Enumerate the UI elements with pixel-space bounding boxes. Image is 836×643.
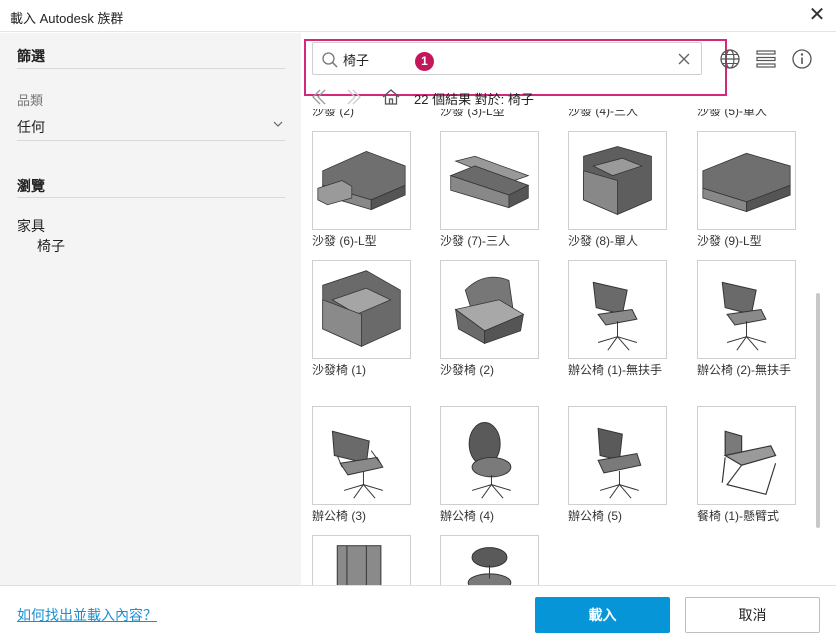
dialog-footer: 如何找出並載入內容？ 載入 取消 [0, 585, 836, 643]
browse-heading: 瀏覽 [17, 178, 45, 194]
forward-icon[interactable] [345, 87, 365, 107]
result-thumbnail[interactable] [440, 535, 539, 585]
office-chair-mesh-icon [597, 427, 642, 499]
home-icon[interactable] [381, 87, 401, 107]
result-label: 沙發 (6)-L型 [312, 234, 377, 248]
cancel-button[interactable]: 取消 [685, 597, 820, 633]
divider [17, 68, 285, 69]
result-card[interactable]: 沙發 (7)-三人 [440, 131, 570, 250]
office-chair-icon [721, 281, 767, 351]
result-card[interactable]: 沙發椅 (2) [440, 260, 570, 379]
result-card[interactable]: 辦公椅 (4) [440, 406, 570, 525]
club-chair-icon [454, 276, 525, 345]
results-panel: 1 22 個結果 對於: 椅子 沙發 (2) 沙發 (3)-L型 沙發 (4)-… [301, 33, 836, 585]
result-label: 沙發 (5)-單人 [697, 109, 767, 118]
result-card[interactable]: 餐椅 (1)-懸臂式 [697, 406, 821, 525]
result-thumbnail[interactable] [312, 406, 411, 505]
result-label: 餐椅 (1)-懸臂式 [697, 509, 779, 523]
result-thumbnail[interactable] [568, 406, 667, 505]
office-chair-icon [592, 281, 638, 351]
armchair-box-icon [583, 146, 652, 216]
list-view-icon[interactable] [754, 47, 778, 71]
result-card[interactable] [440, 535, 570, 585]
result-thumbnail[interactable] [440, 260, 539, 359]
filter-heading: 篩選 [17, 48, 45, 64]
results-grid: 沙發 (2) 沙發 (3)-L型 沙發 (4)-三人 沙發 (5)-單人 沙發 … [301, 109, 821, 585]
result-thumbnail[interactable] [440, 131, 539, 230]
category-select[interactable]: 任何 [17, 117, 285, 137]
filter-sidebar: 篩選 品類 任何 瀏覽 家具 椅子 [0, 33, 301, 585]
result-thumbnail[interactable] [697, 131, 796, 230]
annotation-badge: 1 [415, 52, 434, 71]
results-summary: 22 個結果 對於: 椅子 [414, 92, 534, 107]
tree-item-chairs[interactable]: 椅子 [37, 236, 65, 256]
divider [17, 197, 285, 198]
info-icon[interactable] [790, 47, 814, 71]
l-sofa-icon [317, 150, 406, 211]
result-card[interactable]: 辦公椅 (1)-無扶手 [568, 260, 698, 379]
result-card[interactable]: 沙發椅 (1) [312, 260, 442, 379]
result-label: 沙發椅 (2) [440, 363, 495, 377]
result-label: 沙發椅 (1) [312, 363, 367, 377]
globe-icon[interactable] [718, 47, 742, 71]
result-thumbnail[interactable] [568, 260, 667, 359]
divider [17, 140, 285, 141]
result-thumbnail[interactable] [312, 535, 411, 585]
cantilever-chair-icon [721, 430, 777, 495]
result-label: 沙發 (2) [312, 109, 355, 118]
result-label: 沙發 (8)-單人 [568, 234, 638, 248]
chevron-down-icon [273, 121, 283, 127]
help-link[interactable]: 如何找出並載入內容？ [17, 605, 157, 625]
title-bar: 載入 Autodesk 族群 ✕ [0, 0, 836, 32]
result-card[interactable]: 辦公椅 (3) [312, 406, 442, 525]
three-seat-sofa-icon [449, 155, 530, 209]
result-thumbnail[interactable] [312, 260, 411, 359]
category-label: 品類 [17, 93, 44, 108]
close-icon[interactable]: ✕ [806, 4, 828, 26]
bar-stool-icon [336, 545, 382, 585]
search-box: 1 [304, 39, 727, 96]
category-select-value: 任何 [17, 119, 45, 135]
result-thumbnail[interactable] [312, 131, 411, 230]
result-label: 辦公椅 (3) [312, 509, 367, 523]
results-nav: 22 個結果 對於: 椅子 [301, 85, 836, 109]
result-label: 辦公椅 (5) [568, 509, 623, 523]
l-sofa-corner-icon [702, 152, 791, 213]
result-card[interactable] [312, 535, 442, 585]
result-label: 辦公椅 (1)-無扶手 [568, 363, 662, 377]
result-card[interactable]: 辦公椅 (5) [568, 406, 698, 525]
result-card[interactable]: 辦公椅 (2)-無扶手 [697, 260, 821, 379]
window-title: 載入 Autodesk 族群 [10, 11, 124, 26]
result-thumbnail[interactable] [568, 131, 667, 230]
search-input[interactable] [343, 49, 663, 69]
result-label: 沙發 (7)-三人 [440, 234, 510, 248]
result-label: 沙發 (9)-L型 [697, 234, 762, 248]
load-button[interactable]: 載入 [535, 597, 670, 633]
back-icon[interactable] [308, 87, 328, 107]
lounge-chair-icon [322, 270, 401, 347]
tree-item-furniture[interactable]: 家具 [17, 216, 45, 236]
office-chair-round-icon [468, 422, 512, 499]
result-label: 辦公椅 (4) [440, 509, 495, 523]
result-card[interactable]: 沙發 (6)-L型 [312, 131, 442, 250]
result-thumbnail[interactable] [440, 406, 539, 505]
search-icon [322, 52, 338, 68]
result-label: 沙發 (3)-L型 [440, 109, 505, 118]
result-card[interactable]: 沙發 (9)-L型 [697, 131, 821, 250]
clear-icon[interactable] [677, 52, 691, 66]
result-label: 沙發 (4)-三人 [568, 109, 638, 118]
scrollbar[interactable] [816, 293, 820, 528]
result-label: 辦公椅 (2)-無扶手 [697, 363, 791, 377]
office-chair-arms-icon [331, 430, 384, 499]
result-thumbnail[interactable] [697, 260, 796, 359]
result-card[interactable]: 沙發 (8)-單人 [568, 131, 698, 250]
round-chair-icon [467, 547, 512, 585]
result-thumbnail[interactable] [697, 406, 796, 505]
